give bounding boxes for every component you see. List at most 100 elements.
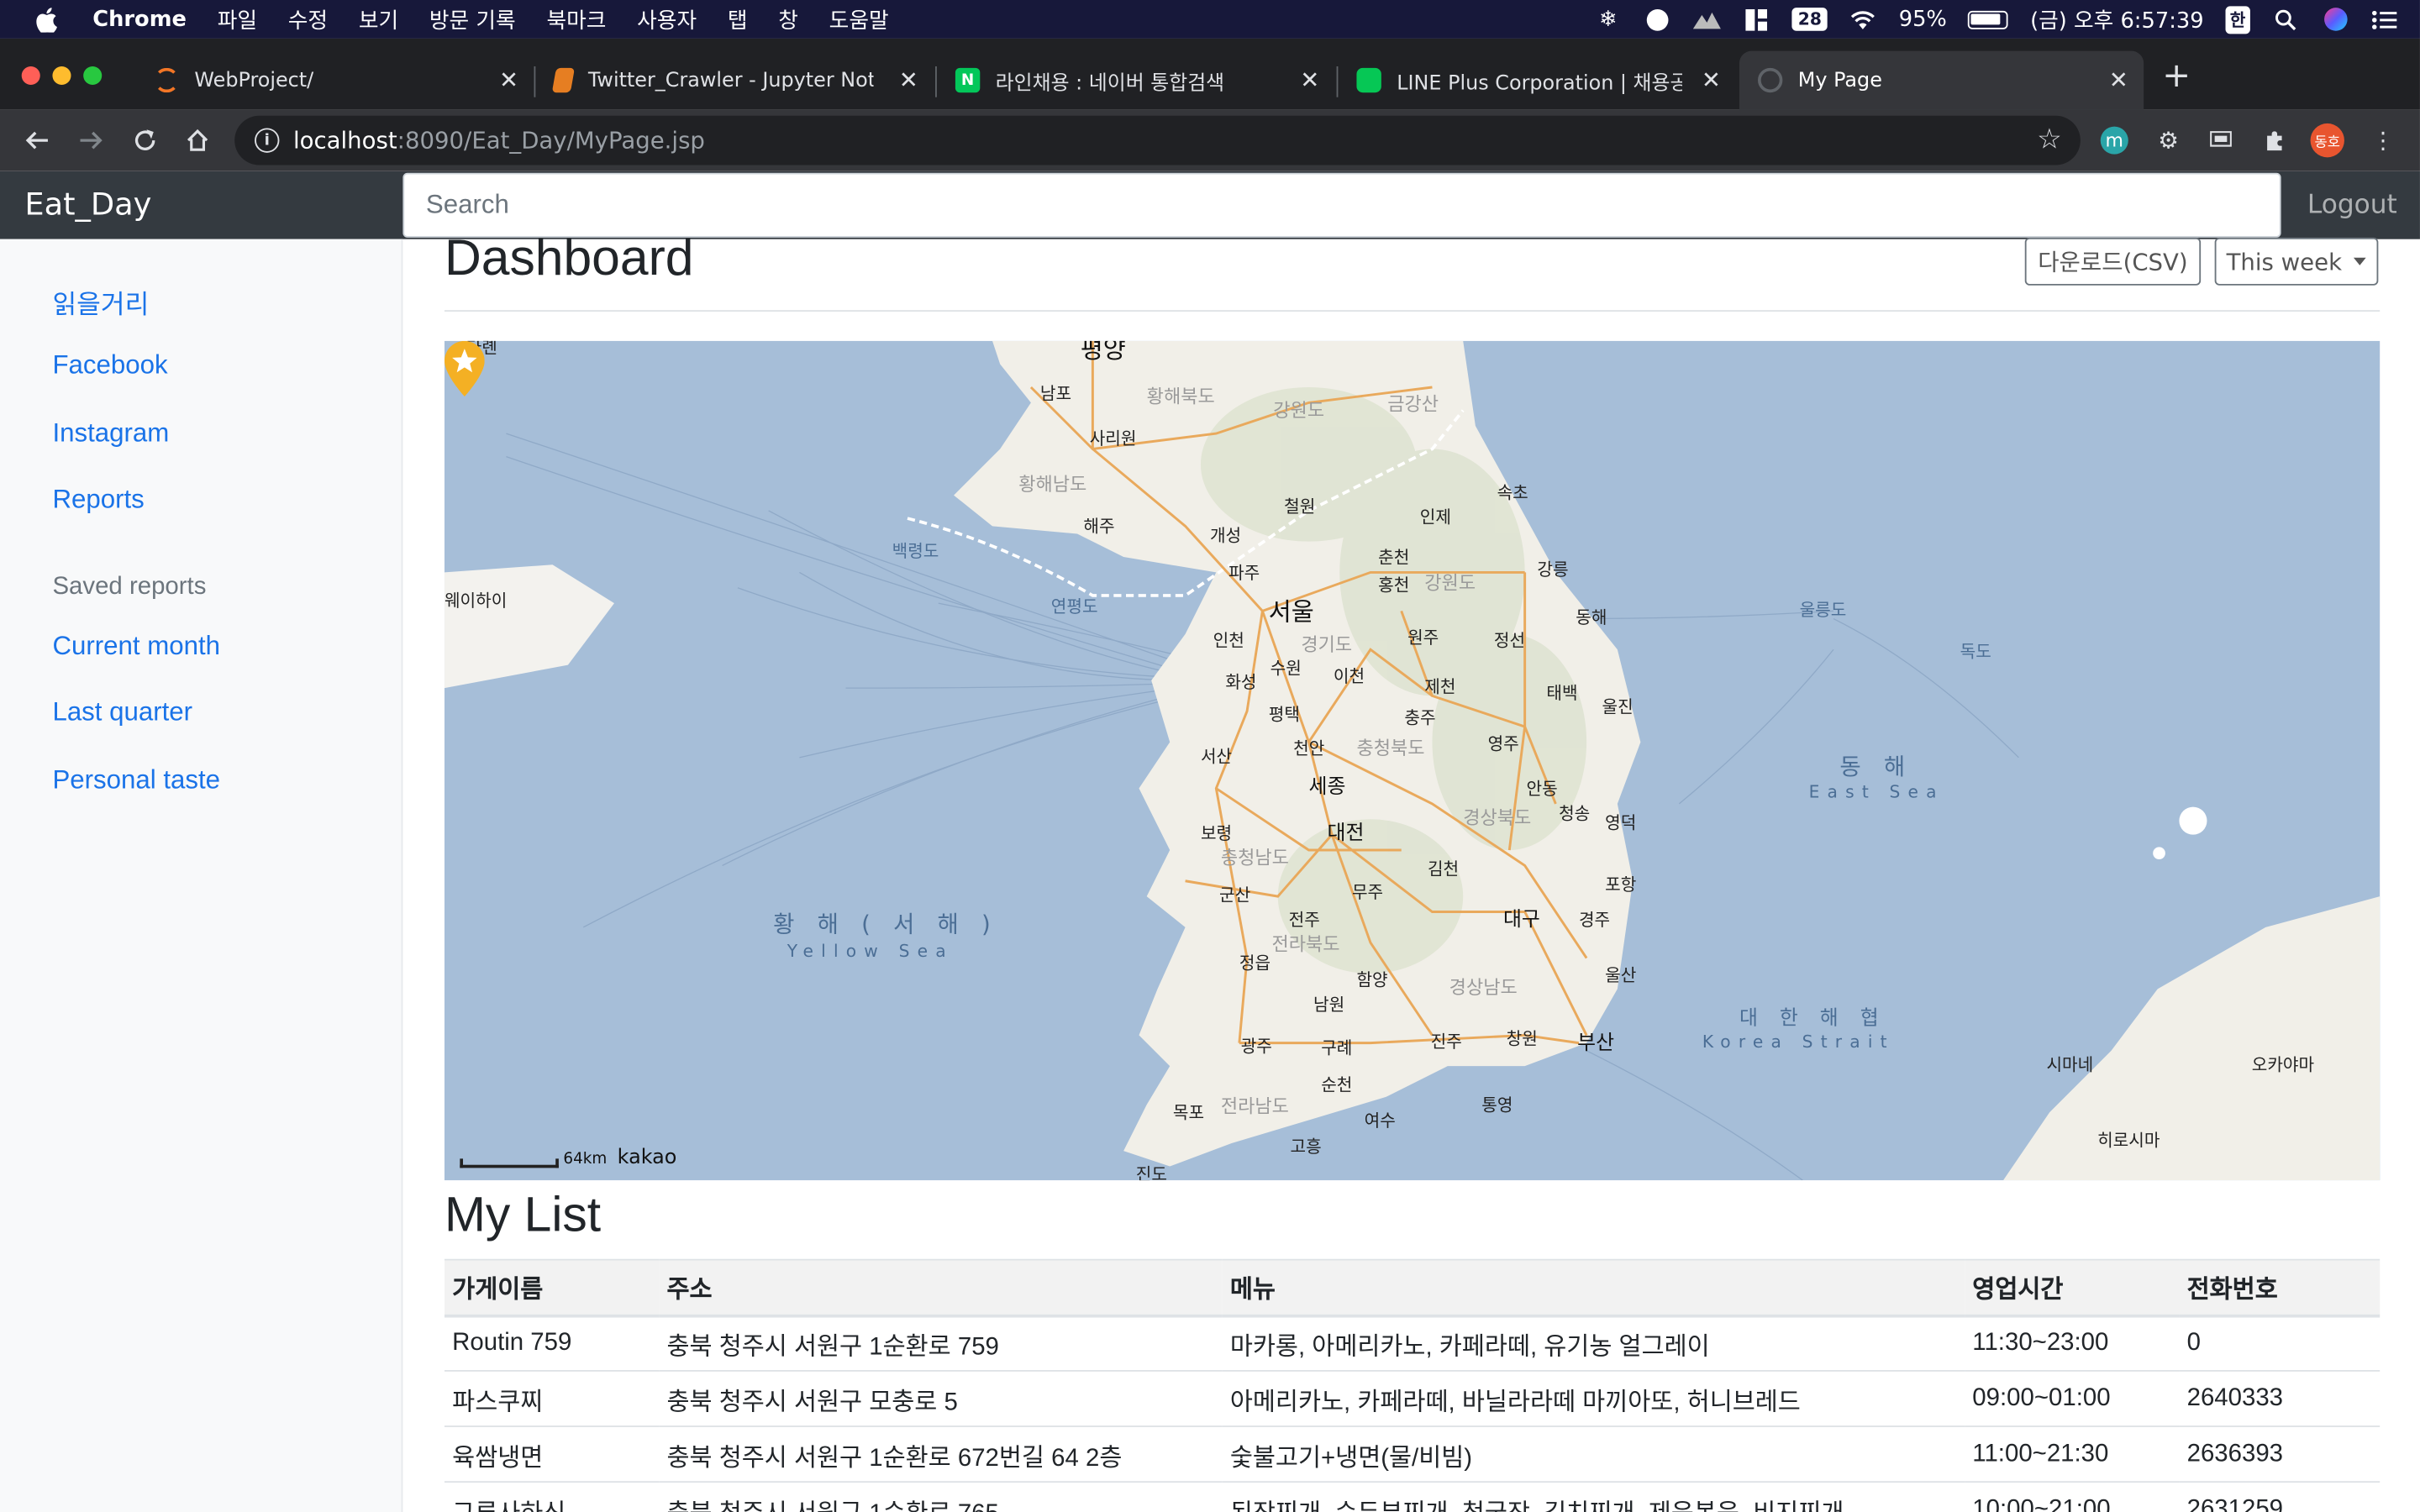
new-tab-icon[interactable]: + <box>2162 57 2191 96</box>
kakao-map[interactable]: 평양 다롄 남포 황해북도 강원도 금강산 사리원 황해남도 해주 철원 개성 … <box>444 340 2381 1181</box>
url-path: :8090/Eat_Day/MyPage.jsp <box>397 126 705 155</box>
reload-icon[interactable] <box>128 123 161 157</box>
site-info-icon[interactable]: i <box>255 128 280 153</box>
sidebar-item-last-quarter[interactable]: Last quarter <box>52 697 192 728</box>
map-label-jeollanamdo: 전라남도 <box>1220 1095 1289 1117</box>
sidebar-item-instagram[interactable]: Instagram <box>52 418 169 449</box>
extension-m-icon[interactable]: m <box>2100 126 2128 155</box>
puzzle-extensions-icon[interactable] <box>2258 123 2291 157</box>
close-tab-icon[interactable]: ✕ <box>1300 66 1319 94</box>
cell-store-name: Routin 759 <box>444 1315 660 1372</box>
menu-edit[interactable]: 수정 <box>288 4 328 35</box>
menu-people[interactable]: 사용자 <box>637 4 697 35</box>
tab-title: LINE Plus Corporation | 채용공고 <box>1397 71 1683 95</box>
menu-file[interactable]: 파일 <box>218 4 257 35</box>
map-label-gyeongsangbukdo: 경상북도 <box>1463 806 1532 829</box>
calendar-icon[interactable]: 28 <box>1791 8 1828 31</box>
bookmark-star-icon[interactable]: ☆ <box>2037 123 2062 156</box>
close-tab-icon[interactable]: ✕ <box>1702 66 1721 94</box>
clock[interactable]: (금) 오후 6:57:39 <box>2030 4 2204 35</box>
cast-extension-icon[interactable] <box>2204 123 2238 157</box>
menu-help[interactable]: 도움말 <box>829 4 889 35</box>
notebook-icon <box>551 67 576 93</box>
address-bar[interactable]: i localhost:8090/Eat_Day/MyPage.jsp ☆ <box>234 115 2081 165</box>
cell-menu: 숯불고기+냉면(물/비빔) <box>1222 1426 1965 1483</box>
grid-icon[interactable] <box>1743 7 1770 31</box>
map-label-hwanghaebukdo: 황해북도 <box>1146 386 1215 407</box>
sidebar: 읽을거리 Facebook Instagram Reports Saved re… <box>0 239 403 1512</box>
tab-line-careers[interactable]: LINE Plus Corporation | 채용공고 ✕ <box>1338 51 1736 110</box>
map-label-sariwon: 사리원 <box>1089 428 1137 449</box>
menu-app-name[interactable]: Chrome <box>92 7 187 31</box>
sidebar-item-reading[interactable]: 읽을거리 <box>52 282 149 321</box>
menu-bookmarks[interactable]: 북마크 <box>546 4 606 35</box>
map-label-ulsan: 울산 <box>1605 965 1637 986</box>
date-range-value: This week <box>2226 247 2343 276</box>
tab-twitter-crawler[interactable]: Twitter_Crawler - Jupyter Note ✕ <box>535 51 934 110</box>
back-icon[interactable] <box>20 123 54 157</box>
jupyter-icon <box>154 67 180 93</box>
profile-avatar[interactable]: 동호 <box>2310 123 2344 158</box>
cell-address: 충북 청주시 서원구 모충로 5 <box>659 1370 1223 1427</box>
notification-center-icon[interactable] <box>2370 7 2398 31</box>
snowflake-icon[interactable]: ❄ <box>1594 7 1622 31</box>
brand-logo[interactable]: Eat_Day <box>24 185 151 222</box>
home-icon[interactable] <box>181 123 214 157</box>
logout-link[interactable]: Logout <box>2307 190 2397 221</box>
cell-store-name: 파스쿠찌 <box>444 1370 660 1427</box>
table-row[interactable]: 파스쿠찌 충북 청주시 서원구 모충로 5 아메리카노, 카페라떼, 바닐라라떼… <box>444 1370 2381 1427</box>
map-label-gangwondo: 강원도 <box>1424 572 1476 595</box>
sidebar-item-current-month[interactable]: Current month <box>52 631 220 662</box>
close-window-button[interactable] <box>21 66 40 86</box>
map-attribution[interactable]: kakao <box>618 1147 677 1170</box>
tab-my-page[interactable]: My Page ✕ <box>1739 50 2144 110</box>
table-row[interactable]: Routin 759 충북 청주시 서원구 1순환로 759 마카롱, 아메리카… <box>444 1315 2381 1372</box>
naver-icon: N <box>955 67 981 93</box>
close-tab-icon[interactable]: ✕ <box>2109 66 2128 94</box>
menu-window[interactable]: 창 <box>778 4 798 35</box>
wifi-icon[interactable] <box>1849 7 1877 31</box>
table-row[interactable]: 육쌈냉면 충북 청주시 서원구 1순환로 672번길 64 2층 숯불고기+냉면… <box>444 1426 2381 1483</box>
map-label-shimane: 시마네 <box>2046 1055 2094 1076</box>
cell-hours: 11:00~21:30 <box>1965 1426 2180 1483</box>
minimize-window-button[interactable] <box>52 66 71 86</box>
sidebar-item-reports[interactable]: Reports <box>52 485 144 516</box>
map-label-busan: 부산 <box>1577 1032 1615 1056</box>
map-label-jecheon: 제천 <box>1424 677 1456 698</box>
close-tab-icon[interactable]: ✕ <box>499 66 518 94</box>
forward-icon[interactable] <box>74 123 108 157</box>
close-tab-icon[interactable]: ✕ <box>899 66 918 94</box>
location-pin-icon[interactable] <box>444 340 485 397</box>
table-row[interactable]: 그루사하신 충북 청주시 서원구 1순환로 765 된장찌개, 순두부찌개, 청… <box>444 1482 2381 1512</box>
battery-icon[interactable] <box>1968 9 2009 29</box>
gear-extension-icon[interactable]: ⚙ <box>2151 123 2185 157</box>
menu-history[interactable]: 방문 기록 <box>429 4 516 35</box>
map-label-kaesong: 개성 <box>1209 526 1242 547</box>
apple-menu-icon[interactable] <box>34 7 58 32</box>
map-label-baengnyeongdo: 백령도 <box>892 541 939 562</box>
date-range-dropdown[interactable]: This week <box>2214 237 2379 286</box>
download-csv-button[interactable]: 다운로드(CSV) <box>2024 237 2202 286</box>
map-label-pyongyang: 평양 <box>1080 340 1126 365</box>
map-label-ulleungdo: 울릉도 <box>1799 600 1847 621</box>
tab-naver-search[interactable]: N 라인채용 : 네이버 통합검색 ✕ <box>937 51 1335 110</box>
menu-tab[interactable]: 탭 <box>728 4 748 35</box>
sidebar-item-personal-taste[interactable]: Personal taste <box>52 765 220 796</box>
map-label-nampo: 남포 <box>1039 384 1072 405</box>
map-label-changwon: 창원 <box>1506 1029 1538 1049</box>
circle-icon[interactable] <box>1644 7 1671 31</box>
siri-icon[interactable] <box>2321 7 2349 31</box>
map-label-hongcheon: 홍천 <box>1378 575 1410 596</box>
my-list-table: 가게이름 주소 메뉴 영업시간 전화번호 Routin 759 충북 청주시 서… <box>444 1258 2381 1512</box>
spotlight-search-icon[interactable] <box>2272 7 2300 31</box>
mountain-icon[interactable] <box>1692 7 1721 31</box>
menu-view[interactable]: 보기 <box>359 4 398 35</box>
tab-title: 라인채용 : 네이버 통합검색 <box>995 71 1225 95</box>
map-scale: 64km <box>460 1151 607 1168</box>
sidebar-item-facebook[interactable]: Facebook <box>52 350 167 381</box>
map-label-incheon: 인천 <box>1213 631 1244 652</box>
zoom-window-button[interactable] <box>83 66 103 86</box>
more-menu-icon[interactable]: ⋮ <box>2366 123 2400 157</box>
input-method-icon[interactable]: 한 <box>2225 5 2250 34</box>
tab-webproject[interactable]: WebProject/ ✕ <box>136 51 534 110</box>
